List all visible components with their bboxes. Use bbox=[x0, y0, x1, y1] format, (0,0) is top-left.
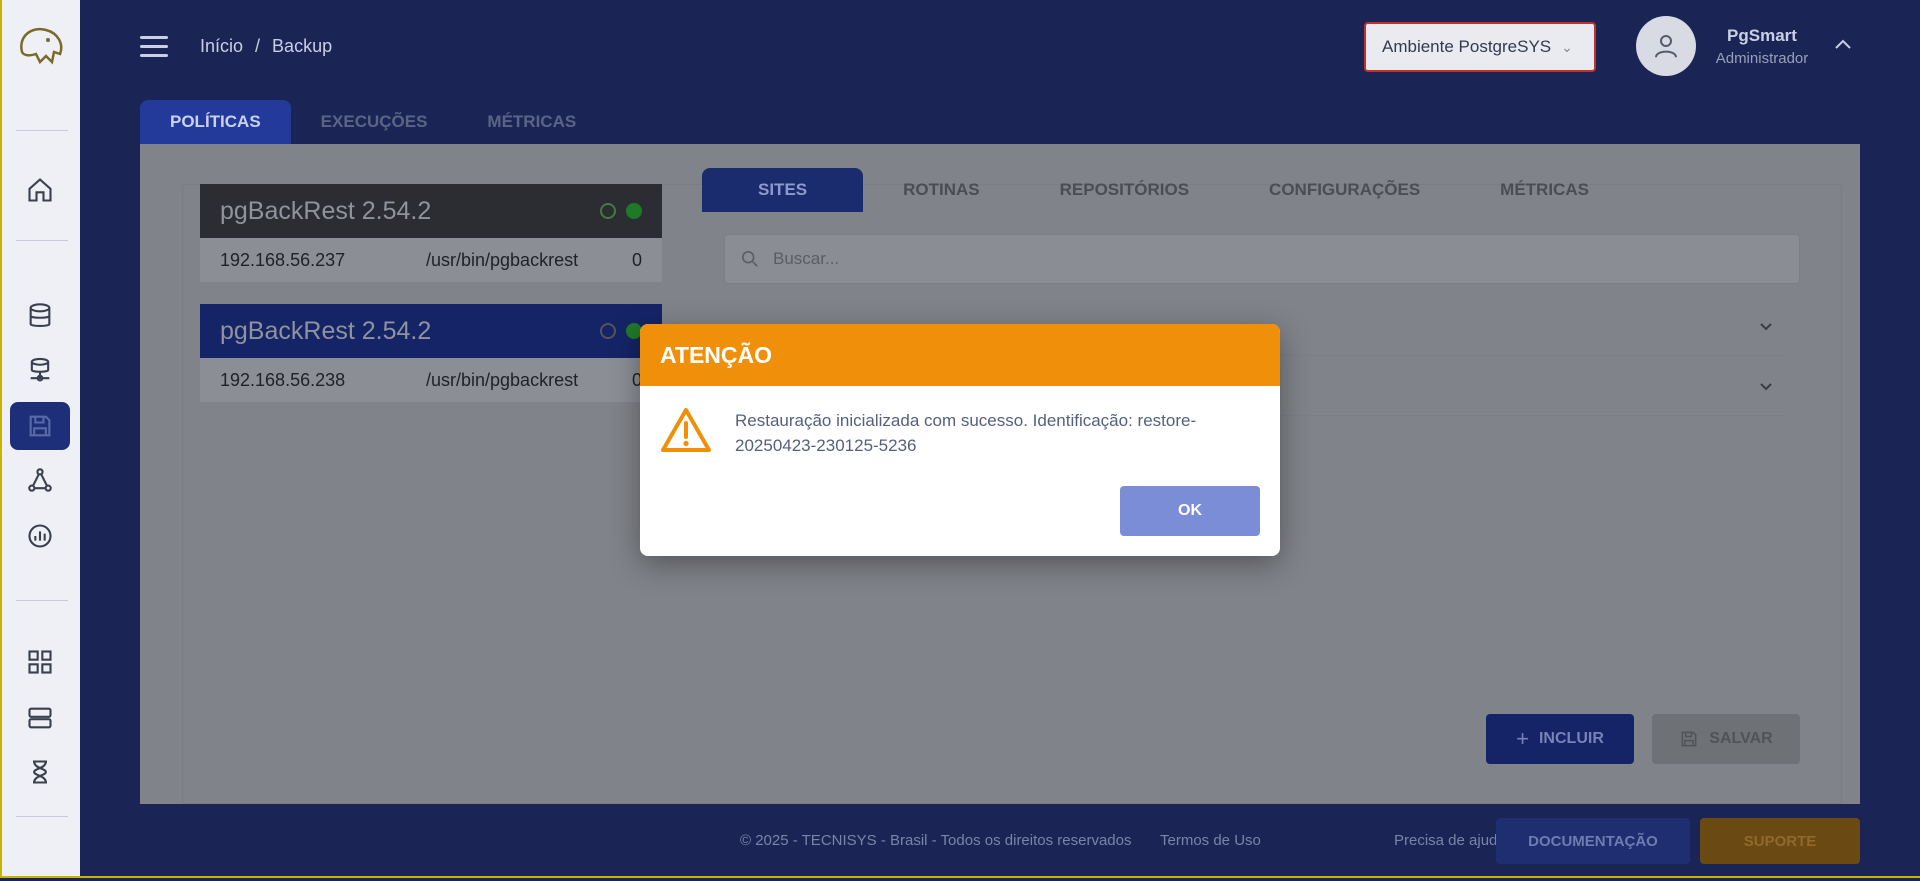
side-rail bbox=[0, 0, 80, 881]
triangle-nodes-icon bbox=[28, 468, 52, 492]
rail-home-button[interactable] bbox=[10, 166, 70, 214]
search-icon bbox=[741, 250, 758, 267]
status-online-icon bbox=[626, 203, 642, 219]
tab-policies[interactable]: POLÍTICAS bbox=[140, 100, 291, 144]
node-card-title: pgBackRest 2.54.2 bbox=[220, 316, 432, 345]
grid-icon bbox=[28, 650, 52, 674]
menu-toggle-button[interactable] bbox=[140, 36, 168, 58]
search-input[interactable]: Buscar... bbox=[724, 234, 1800, 284]
rail-cluster-button[interactable] bbox=[10, 456, 70, 504]
elephant-logo-icon bbox=[14, 22, 66, 68]
hourglass-icon bbox=[33, 760, 47, 784]
database-network-icon bbox=[30, 357, 50, 382]
tab-metrics[interactable]: MÉTRICAS bbox=[457, 100, 606, 144]
node-path: /usr/bin/pgbackrest bbox=[426, 369, 579, 390]
avatar[interactable] bbox=[1636, 16, 1696, 76]
environment-select[interactable]: Ambiente PostgreSYS ⌄ bbox=[1364, 22, 1596, 72]
floppy-save-icon bbox=[29, 415, 51, 437]
breadcrumb-current: Backup bbox=[272, 36, 333, 56]
dialog-message: Restauração inicializada com sucesso. Id… bbox=[735, 411, 1197, 455]
plus-icon: + bbox=[1516, 726, 1529, 751]
rail-history-button[interactable] bbox=[10, 748, 70, 796]
rail-database-network-button[interactable] bbox=[10, 346, 70, 394]
chart-circle-icon bbox=[28, 524, 52, 548]
dialog-body: Restauração inicializada com sucesso. Id… bbox=[640, 386, 1280, 556]
documentation-button[interactable]: DOCUMENTAÇÃO bbox=[1496, 818, 1690, 864]
tab-executions[interactable]: EXECUÇÕES bbox=[291, 100, 458, 144]
save-button[interactable]: SALVAR bbox=[1652, 714, 1800, 764]
sub-tabs: SITES ROTINAS REPOSITÓRIOS CONFIGURAÇÕES… bbox=[702, 168, 1629, 212]
user-menu-chevron-up-icon[interactable] bbox=[1832, 34, 1854, 56]
home-icon bbox=[28, 178, 52, 202]
chevron-down-icon: ⌄ bbox=[1561, 38, 1573, 55]
top-tabs: POLÍTICAS EXECUÇÕES MÉTRICAS bbox=[140, 100, 606, 144]
chevron-down-icon bbox=[1760, 323, 1772, 331]
include-button[interactable]: + INCLUIR bbox=[1486, 714, 1634, 764]
chevron-down-icon bbox=[1760, 383, 1772, 391]
environment-select-value: Ambiente PostgreSYS bbox=[1382, 37, 1552, 56]
breadcrumb-separator: / bbox=[255, 36, 261, 56]
terms-link[interactable]: Termos de Uso bbox=[1160, 832, 1261, 849]
support-button[interactable]: SUPORTE bbox=[1700, 818, 1860, 864]
dialog-title: ATENÇÃO bbox=[640, 324, 1280, 386]
node-card-header: pgBackRest 2.54.2 bbox=[200, 304, 662, 358]
user-role: Administrador bbox=[1715, 50, 1809, 67]
rail-server-button[interactable] bbox=[10, 694, 70, 742]
floppy-save-icon bbox=[1681, 731, 1697, 747]
rail-apps-button[interactable] bbox=[10, 638, 70, 686]
breadcrumb: Início / Backup bbox=[200, 36, 332, 57]
node-ip: 192.168.56.237 bbox=[220, 249, 346, 270]
alert-dialog: ATENÇÃO Restauração inicializada com suc… bbox=[640, 324, 1280, 556]
node-card-header: pgBackRest 2.54.2 bbox=[200, 184, 662, 238]
node-card-body: 192.168.56.238 /usr/bin/pgbackrest 0 bbox=[200, 358, 662, 402]
database-icon bbox=[29, 303, 51, 327]
tab-routines[interactable]: ROTINAS bbox=[863, 168, 1020, 212]
include-button-label: INCLUIR bbox=[1538, 730, 1604, 747]
bottom-edge bbox=[0, 876, 1920, 881]
status-ring-icon bbox=[600, 203, 616, 219]
node-ip: 192.168.56.238 bbox=[220, 369, 346, 390]
tab-settings[interactable]: CONFIGURAÇÕES bbox=[1229, 168, 1460, 212]
tab-sub-metrics[interactable]: MÉTRICAS bbox=[1460, 168, 1629, 212]
rail-backup-button[interactable] bbox=[10, 402, 70, 450]
ok-button[interactable]: OK bbox=[1120, 486, 1260, 536]
node-card-selected[interactable]: pgBackRest 2.54.2 192.168.56.238 /usr/bi… bbox=[200, 304, 662, 404]
warning-icon bbox=[661, 408, 711, 452]
rail-metrics-button[interactable] bbox=[10, 512, 70, 560]
tab-repositories[interactable]: REPOSITÓRIOS bbox=[1020, 168, 1229, 212]
node-card[interactable]: pgBackRest 2.54.2 192.168.56.237 /usr/bi… bbox=[200, 184, 662, 284]
breadcrumb-home-link[interactable]: Início bbox=[200, 36, 243, 57]
node-card-title: pgBackRest 2.54.2 bbox=[220, 196, 432, 225]
user-icon bbox=[1655, 35, 1677, 58]
tab-sites[interactable]: SITES bbox=[702, 168, 864, 212]
server-icon bbox=[28, 707, 52, 729]
node-card-body: 192.168.56.237 /usr/bin/pgbackrest 0 bbox=[200, 238, 662, 282]
status-ring-icon bbox=[600, 323, 616, 339]
user-name: PgSmart bbox=[1727, 26, 1797, 45]
save-button-label: SALVAR bbox=[1709, 730, 1773, 747]
footer-copyright: © 2025 - TECNISYS - Brasil - Todos os di… bbox=[740, 832, 1132, 849]
rail-database-button[interactable] bbox=[10, 292, 70, 340]
search-placeholder: Buscar... bbox=[773, 249, 840, 268]
node-count: 0 bbox=[632, 249, 643, 270]
node-path: /usr/bin/pgbackrest bbox=[426, 249, 579, 270]
